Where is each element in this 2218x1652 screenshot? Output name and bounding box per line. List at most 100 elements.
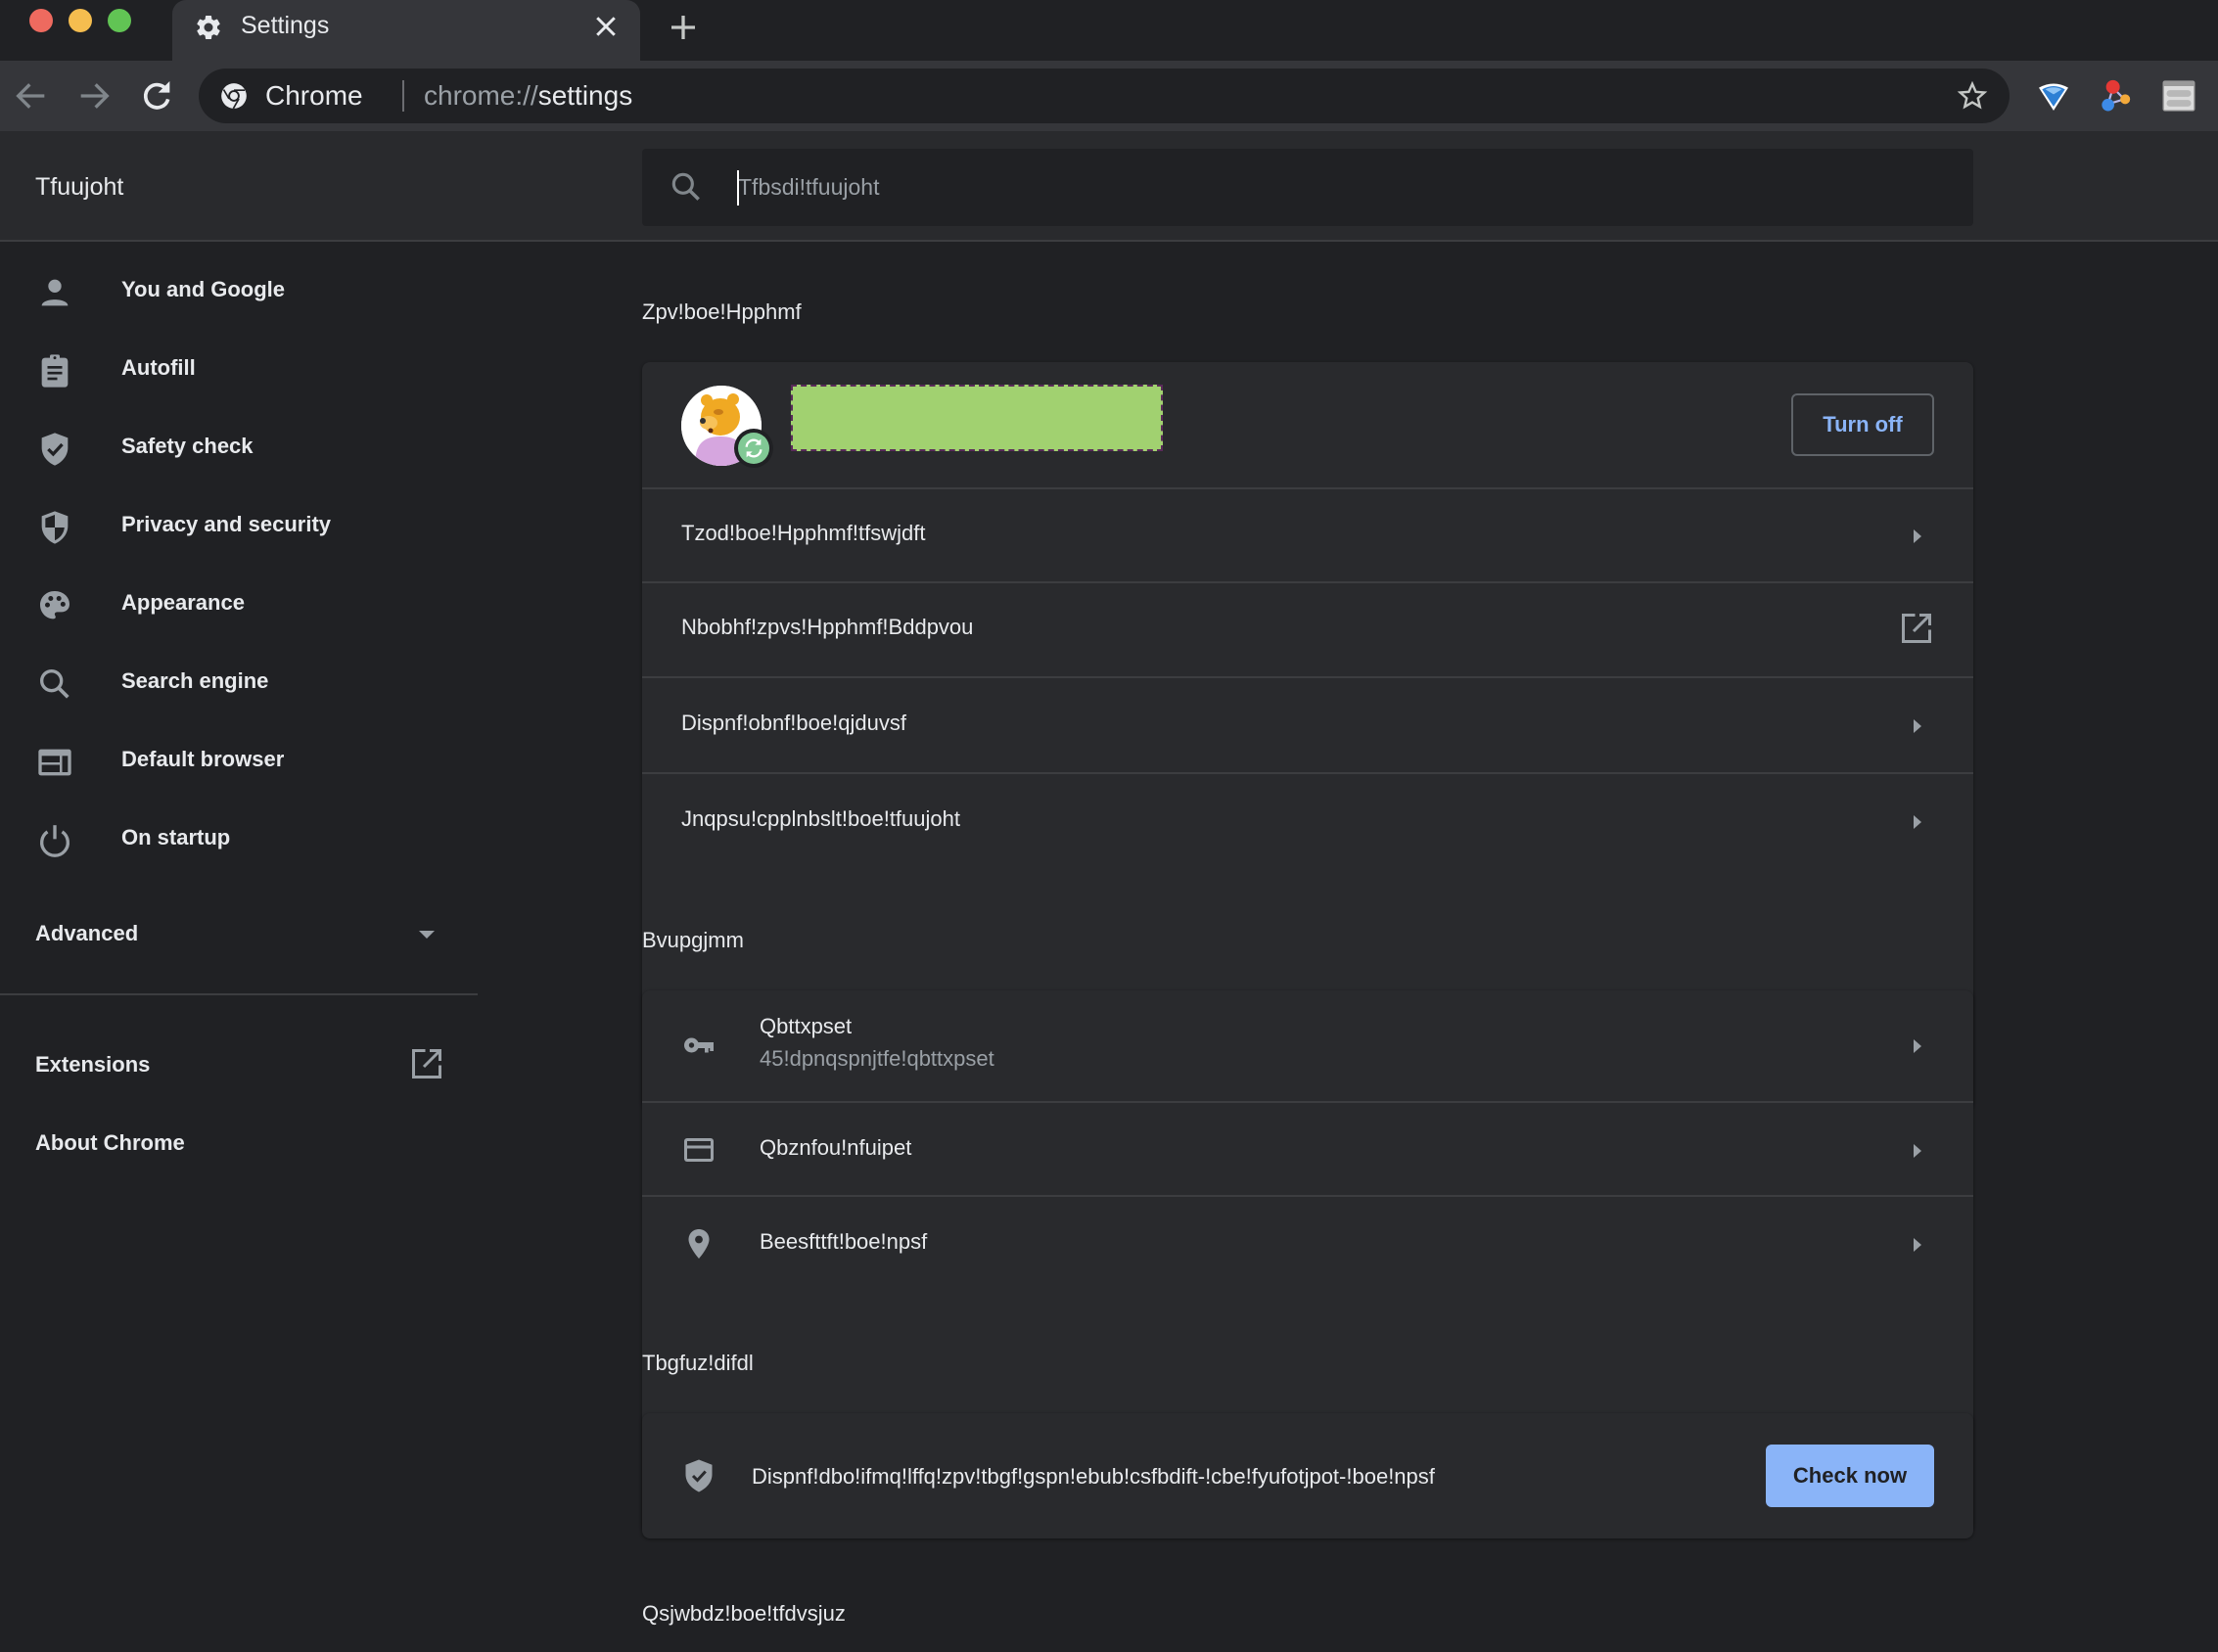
settings-main: Zpv!boe!Hpphmf Turn off Tzod!boe!Hpphmf!… bbox=[642, 244, 1973, 1652]
clipboard-icon bbox=[41, 354, 69, 388]
about-chrome-label: About Chrome bbox=[35, 1130, 185, 1155]
sidebar-item-label: Search engine bbox=[121, 668, 269, 693]
shield-half-icon bbox=[41, 511, 69, 544]
sidebar-item-label: Autofill bbox=[121, 355, 196, 380]
power-icon bbox=[40, 825, 69, 857]
address-bar[interactable]: Chrome chrome://settings bbox=[199, 69, 2010, 123]
site-identity-label: Chrome bbox=[265, 80, 363, 111]
diamond-extension-icon[interactable] bbox=[2034, 76, 2073, 115]
row-label: Qbznfou!nfuipet bbox=[760, 1135, 912, 1160]
arrow-right-icon bbox=[1914, 719, 1921, 733]
close-window-button[interactable] bbox=[29, 9, 53, 32]
url-host: settings bbox=[537, 80, 633, 111]
settings-header: Tfuujoht bbox=[0, 131, 2218, 242]
section-heading-autofill: Bvupgjmm bbox=[642, 928, 744, 952]
sidebar-item-default-browser[interactable]: Default browser bbox=[0, 727, 478, 794]
external-link-icon bbox=[412, 1049, 441, 1078]
arrow-right-icon bbox=[1914, 1238, 1921, 1252]
back-arrow-icon[interactable] bbox=[12, 76, 51, 115]
list-item-addresses[interactable]: Beesfttft!boe!npsf bbox=[642, 1195, 1973, 1289]
chrome-logo-icon bbox=[221, 83, 247, 110]
sidebar-item-privacy-and-security[interactable]: Privacy and security bbox=[0, 492, 478, 559]
safety-check-card: Dispnf!dbo!ifmq!lffq!zpv!tbgf!gspn!ebub!… bbox=[642, 1413, 1973, 1538]
arrow-right-icon bbox=[1914, 815, 1921, 829]
section-heading-you-and-google: Zpv!boe!Hpphmf bbox=[642, 299, 802, 324]
sidebar-item-extensions[interactable]: Extensions bbox=[0, 1032, 478, 1099]
shield-check-icon bbox=[685, 1459, 713, 1492]
page-title: Tfuujoht bbox=[35, 173, 124, 201]
sidebar-item-label: Appearance bbox=[121, 590, 245, 615]
list-item-payment-methods[interactable]: Qbznfou!nfuipet bbox=[642, 1101, 1973, 1195]
advanced-label: Advanced bbox=[35, 921, 139, 945]
maximize-window-button[interactable] bbox=[108, 9, 131, 32]
sidebar-item-search-engine[interactable]: Search engine bbox=[0, 649, 478, 715]
sidebar-item-label: Privacy and security bbox=[121, 512, 332, 536]
sidebar-item-safety-check[interactable]: Safety check bbox=[0, 414, 478, 481]
settings-sidebar: You and Google Autofill Safety check Pri… bbox=[0, 244, 478, 1652]
bookmark-star-icon[interactable] bbox=[1957, 80, 1988, 112]
external-link-icon bbox=[1902, 614, 1931, 643]
list-item-manage-account[interactable]: Nbobhf!zpvs!Hpphmf!Bddpvou bbox=[642, 581, 1973, 676]
list-item-passwords[interactable]: Qbttxpset 45!dpnqspnjtfe!qbttxpset bbox=[642, 990, 1973, 1101]
sidebar-divider bbox=[0, 993, 478, 995]
row-label: Nbobhf!zpvs!Hpphmf!Bddpvou bbox=[681, 615, 974, 639]
sidebar-item-label: Safety check bbox=[121, 434, 254, 458]
extensions-label: Extensions bbox=[35, 1052, 151, 1077]
check-now-button[interactable]: Check now bbox=[1766, 1445, 1934, 1507]
row-label: Jnqpsu!cpplnbslt!boe!tfuujoht bbox=[681, 806, 960, 831]
palette-icon bbox=[40, 591, 69, 620]
sidebar-item-label: On startup bbox=[121, 825, 231, 849]
tab-strip: Settings bbox=[0, 0, 2218, 61]
browser-toolbar: Chrome chrome://settings bbox=[0, 61, 2218, 131]
omnibox-separator bbox=[402, 80, 404, 112]
url-scheme: chrome:// bbox=[424, 80, 538, 111]
list-item-chrome-name-picture[interactable]: Dispnf!obnf!boe!qjduvsf bbox=[642, 676, 1973, 772]
row-label: Qbttxpset bbox=[760, 1014, 853, 1038]
url-text[interactable]: chrome://settings bbox=[424, 80, 632, 112]
row-sublabel: 45!dpnqspnjtfe!qbttxpset bbox=[760, 1046, 994, 1071]
shield-check-icon bbox=[41, 433, 69, 466]
sidebar-item-appearance[interactable]: Appearance bbox=[0, 571, 478, 637]
sidebar-item-on-startup[interactable]: On startup bbox=[0, 805, 478, 872]
minimize-window-button[interactable] bbox=[69, 9, 92, 32]
safety-check-description: Dispnf!dbo!ifmq!lffq!zpv!tbgf!gspn!ebub!… bbox=[752, 1464, 1435, 1489]
redacted-account-name bbox=[791, 385, 1163, 451]
arrow-right-icon bbox=[1914, 529, 1921, 543]
list-item-import-bookmarks[interactable]: Jnqpsu!cpplnbslt!boe!tfuujoht bbox=[642, 772, 1973, 866]
row-label: Tzod!boe!Hpphmf!tfswjdft bbox=[681, 521, 926, 545]
sidebar-item-label: Default browser bbox=[121, 747, 285, 771]
search-icon bbox=[40, 669, 69, 699]
gear-icon bbox=[197, 15, 220, 40]
sidebar-item-about-chrome[interactable]: About Chrome bbox=[0, 1111, 478, 1177]
forward-arrow-icon[interactable] bbox=[74, 76, 114, 115]
sidebar-item-label: You and Google bbox=[121, 277, 286, 301]
search-settings-input[interactable] bbox=[730, 149, 1944, 226]
browser-icon bbox=[38, 749, 71, 776]
close-tab-icon[interactable] bbox=[591, 12, 621, 41]
sidebar-advanced-toggle[interactable]: Advanced bbox=[0, 901, 478, 968]
molecule-extension-icon[interactable] bbox=[2097, 76, 2136, 115]
new-tab-icon[interactable] bbox=[666, 10, 701, 45]
profile-row: Turn off bbox=[642, 362, 1973, 487]
reload-icon[interactable] bbox=[137, 76, 176, 115]
person-icon bbox=[41, 279, 69, 306]
text-cursor bbox=[737, 170, 739, 206]
list-item-sync-services[interactable]: Tzod!boe!Hpphmf!tfswjdft bbox=[642, 487, 1973, 581]
location-pin-icon bbox=[688, 1229, 710, 1259]
turn-off-sync-button[interactable]: Turn off bbox=[1791, 393, 1934, 456]
key-icon bbox=[684, 1037, 714, 1053]
settings-search-box[interactable] bbox=[642, 149, 1973, 226]
row-label: Dispnf!obnf!boe!qjduvsf bbox=[681, 711, 906, 735]
search-icon bbox=[671, 172, 700, 201]
credit-card-icon bbox=[684, 1138, 714, 1162]
caret-down-icon bbox=[419, 931, 435, 939]
arrow-right-icon bbox=[1914, 1039, 1921, 1053]
sidebar-item-autofill[interactable]: Autofill bbox=[0, 336, 478, 402]
section-heading-safety-check: Tbgfuz!difdl bbox=[642, 1351, 754, 1375]
sync-icon bbox=[745, 438, 762, 458]
sync-badge bbox=[734, 429, 773, 468]
tab-settings[interactable]: Settings bbox=[172, 0, 640, 61]
sidebar-item-you-and-google[interactable]: You and Google bbox=[0, 257, 478, 324]
window-extension-icon[interactable] bbox=[2159, 76, 2198, 115]
arrow-right-icon bbox=[1914, 1144, 1921, 1158]
